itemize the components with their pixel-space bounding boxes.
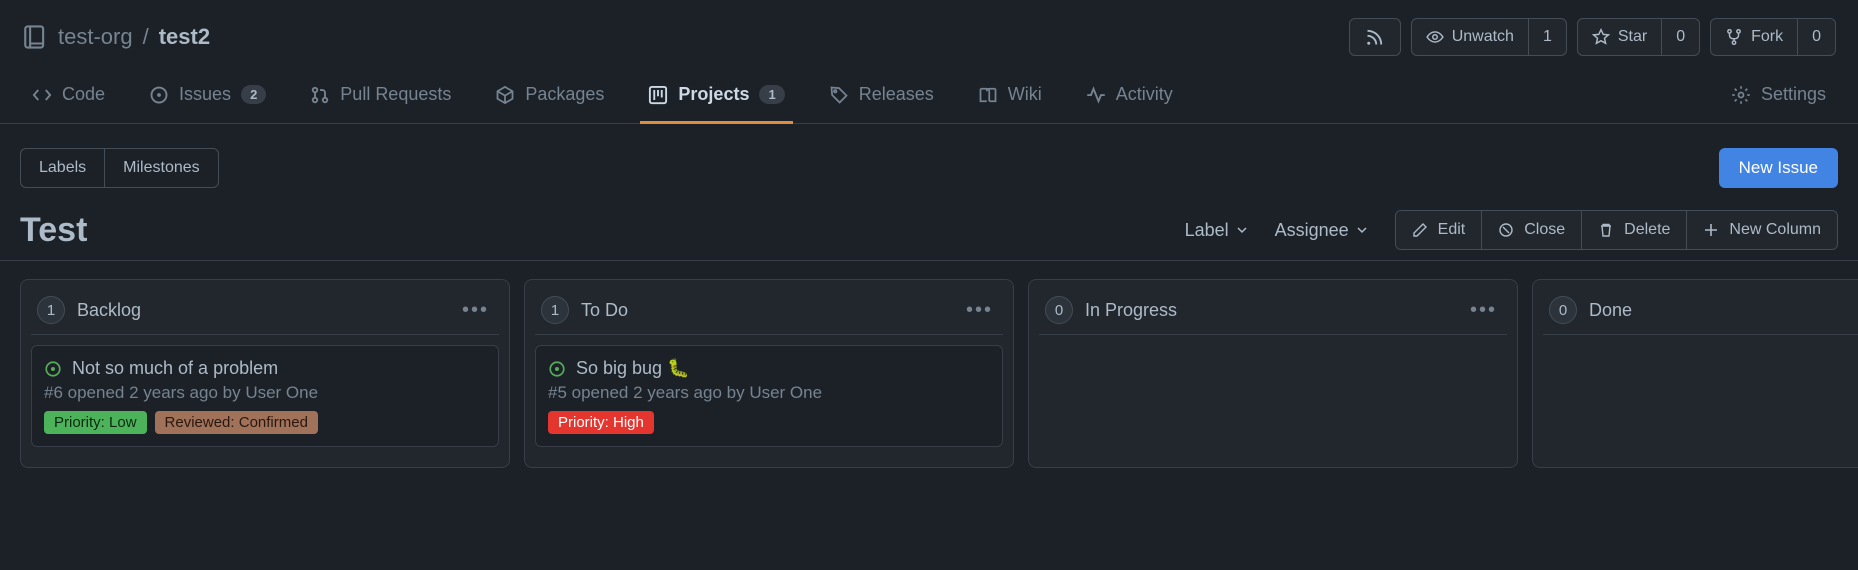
issues-subnav: Labels Milestones (20, 148, 219, 188)
filter-label-dropdown[interactable]: Label (1185, 220, 1247, 241)
tab-settings[interactable]: Settings (1723, 72, 1834, 124)
star-count[interactable]: 0 (1661, 19, 1699, 55)
tab-packages[interactable]: Packages (487, 72, 612, 124)
projects-count-badge: 1 (759, 85, 784, 104)
chevron-down-icon (1237, 225, 1247, 235)
new-issue-button[interactable]: New Issue (1719, 148, 1838, 188)
org-link[interactable]: test-org (58, 24, 133, 50)
column-menu-button[interactable]: ••• (1466, 299, 1501, 322)
repo-link[interactable]: test2 (159, 24, 210, 50)
watch-button-group: Unwatch 1 (1411, 18, 1567, 56)
issue-meta: #5 opened 2 years ago by User One (548, 383, 990, 403)
column-header: 0 Done (1543, 290, 1858, 335)
tab-wiki[interactable]: Wiki (970, 72, 1050, 124)
issue-card[interactable]: So big bug 🐛 #5 opened 2 years ago by Use… (535, 345, 1003, 447)
column-title: In Progress (1085, 300, 1454, 321)
column-count: 0 (1045, 296, 1073, 324)
tab-pulls[interactable]: Pull Requests (302, 72, 459, 124)
tab-projects[interactable]: Projects 1 (640, 72, 792, 124)
repo-icon (22, 24, 48, 50)
issue-title: So big bug 🐛 (576, 358, 689, 379)
tab-label: Wiki (1008, 84, 1042, 105)
issue-label[interactable]: Reviewed: Confirmed (155, 411, 318, 434)
filter-assignee-dropdown[interactable]: Assignee (1275, 220, 1367, 241)
star-button-group: Star 0 (1577, 18, 1700, 56)
repo-tabs: Code Issues 2 Pull Requests Packages Pro… (0, 62, 1858, 124)
project-action-group: Edit Close Delete New Column (1395, 210, 1838, 250)
column-title: To Do (581, 300, 950, 321)
unwatch-label: Unwatch (1452, 28, 1514, 46)
project-title: Test (20, 211, 87, 250)
new-column-button[interactable]: New Column (1686, 211, 1837, 249)
chevron-down-icon (1357, 225, 1367, 235)
project-board: 1 Backlog ••• Not so much of a problem #6 op… (0, 261, 1858, 486)
column-in-progress[interactable]: 0 In Progress ••• (1028, 279, 1518, 468)
issue-labels: Priority: Low Reviewed: Confirmed (44, 411, 486, 434)
trash-icon (1598, 222, 1614, 238)
column-title: Backlog (77, 300, 446, 321)
fork-count[interactable]: 0 (1797, 19, 1835, 55)
path-separator: / (143, 24, 149, 50)
button-label: Close (1524, 221, 1565, 239)
issue-open-icon (548, 360, 566, 378)
fork-button[interactable]: Fork (1711, 19, 1797, 55)
fork-button-group: Fork 0 (1710, 18, 1836, 56)
column-backlog[interactable]: 1 Backlog ••• Not so much of a problem #6 op… (20, 279, 510, 468)
fork-label: Fork (1751, 28, 1783, 46)
unwatch-button[interactable]: Unwatch (1412, 19, 1528, 55)
star-label: Star (1618, 28, 1647, 46)
button-label: New Column (1729, 221, 1821, 239)
issue-label[interactable]: Priority: Low (44, 411, 147, 434)
tab-releases[interactable]: Releases (821, 72, 942, 124)
column-header: 1 To Do ••• (535, 290, 1003, 335)
tab-label: Code (62, 84, 105, 105)
breadcrumb: test-org / test2 (22, 24, 210, 50)
tab-label: Projects (678, 84, 749, 105)
milestones-link[interactable]: Milestones (104, 149, 217, 187)
issue-labels: Priority: High (548, 411, 990, 434)
watch-count[interactable]: 1 (1528, 19, 1566, 55)
column-title: Done (1589, 300, 1858, 321)
column-count: 1 (37, 296, 65, 324)
issue-label[interactable]: Priority: High (548, 411, 654, 434)
issues-count-badge: 2 (241, 85, 266, 104)
column-menu-button[interactable]: ••• (962, 299, 997, 322)
tab-activity[interactable]: Activity (1078, 72, 1181, 124)
close-button[interactable]: Close (1481, 211, 1581, 249)
issue-open-icon (44, 360, 62, 378)
column-count: 1 (541, 296, 569, 324)
column-done[interactable]: 0 Done (1532, 279, 1858, 468)
issue-card[interactable]: Not so much of a problem #6 opened 2 year… (31, 345, 499, 447)
button-label: Edit (1438, 221, 1466, 239)
dropdown-label: Assignee (1275, 220, 1349, 241)
column-todo[interactable]: 1 To Do ••• So big bug 🐛 #5 opened 2 years a… (524, 279, 1014, 468)
tab-label: Packages (525, 84, 604, 105)
column-header: 1 Backlog ••• (31, 290, 499, 335)
delete-button[interactable]: Delete (1581, 211, 1686, 249)
tab-label: Issues (179, 84, 231, 105)
star-button[interactable]: Star (1578, 19, 1661, 55)
column-menu-button[interactable]: ••• (458, 299, 493, 322)
tab-label: Pull Requests (340, 84, 451, 105)
plus-icon (1703, 222, 1719, 238)
column-header: 0 In Progress ••• (1039, 290, 1507, 335)
tab-label: Settings (1761, 84, 1826, 105)
edit-button[interactable]: Edit (1396, 211, 1482, 249)
column-count: 0 (1549, 296, 1577, 324)
issue-title: Not so much of a problem (72, 358, 278, 379)
pencil-icon (1412, 222, 1428, 238)
close-circle-icon (1498, 222, 1514, 238)
button-label: Delete (1624, 221, 1670, 239)
issue-meta: #6 opened 2 years ago by User One (44, 383, 486, 403)
tab-issues[interactable]: Issues 2 (141, 72, 274, 124)
rss-button[interactable] (1349, 18, 1401, 56)
tab-label: Activity (1116, 84, 1173, 105)
dropdown-label: Label (1185, 220, 1229, 241)
labels-link[interactable]: Labels (21, 149, 104, 187)
tab-label: Releases (859, 84, 934, 105)
tab-code[interactable]: Code (24, 72, 113, 124)
